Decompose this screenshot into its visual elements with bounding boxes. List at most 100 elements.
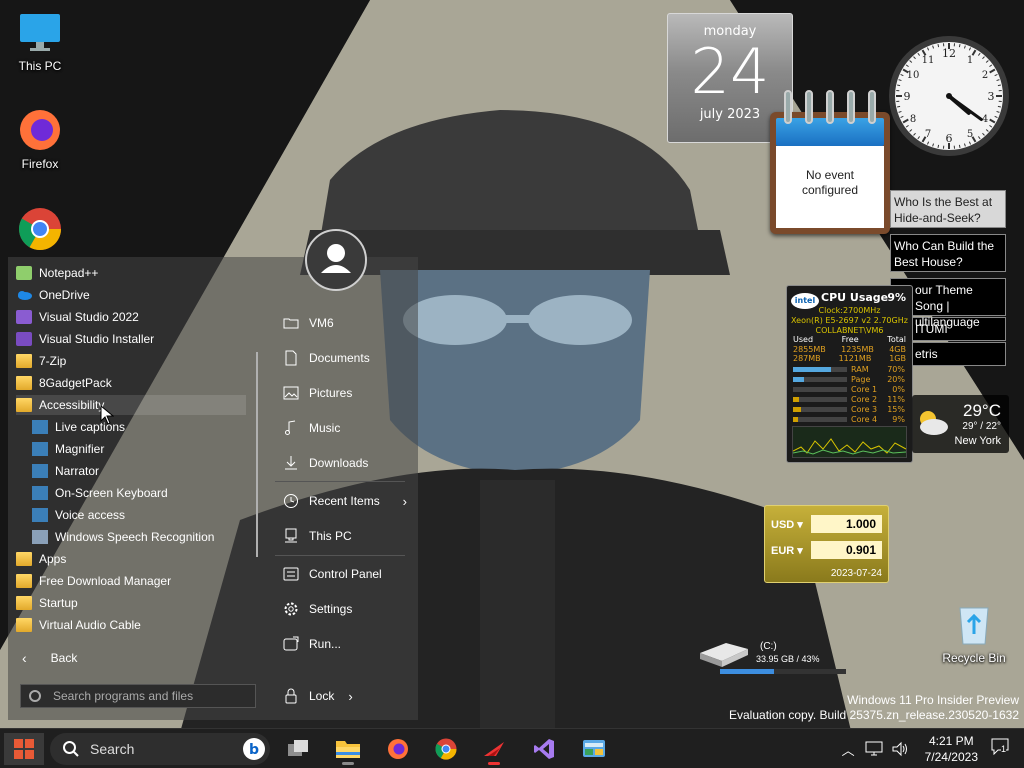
bar-value: 9% [892,414,905,424]
place-documents[interactable]: Documents [283,346,413,370]
program-item[interactable]: Notepad++ [16,263,98,283]
rss-item[interactable]: Who Is the Best at Hide-and-Seek? [890,190,1006,228]
folder-icon [16,596,32,610]
weather-gadget[interactable]: 29°C 29° / 22° New York [912,395,1009,453]
voice-access-icon [32,508,48,522]
place-control-panel[interactable]: Control Panel [283,562,413,586]
mem-cell: 2855MB [793,345,826,354]
taskbar-clock[interactable]: 4:21 PM 7/24/2023 [925,733,978,765]
visual-studio-icon [16,310,32,324]
place-downloads[interactable]: Downloads [283,451,413,475]
mem-row: 2855MB 1235MB 4GB [793,345,906,354]
program-item[interactable]: Visual Studio Installer [16,329,154,349]
notes-ring [805,90,813,124]
bar-value: 70% [887,364,905,374]
taskbar-chrome[interactable] [428,733,464,765]
taskbar-control-panel[interactable] [576,733,612,765]
taskbar[interactable]: Search b ︿ 4:21 PM 7/24/2023 1 [0,728,1024,768]
network-icon[interactable] [865,741,883,757]
picture-icon [283,385,299,401]
program-item[interactable]: Magnifier [32,439,104,459]
start-places-list[interactable]: VM6 Documents Pictures Music Downloads R… [263,257,418,720]
currency-row-to[interactable]: EUR ▾ 0.901 [771,540,882,560]
desktop-icon-recycle-bin[interactable]: Recycle Bin [934,600,1014,665]
program-folder-accessibility[interactable]: Accessibility [16,395,246,415]
notification-button[interactable]: 1 [990,737,1016,761]
mem-header: Used Free Total [793,335,906,344]
desktop-icon-firefox[interactable]: Firefox [0,106,80,171]
narrator-icon [32,464,48,478]
bar-value: 11% [887,394,905,404]
currency-row-from[interactable]: USD ▾ 1.000 [771,514,882,534]
chevron-right-icon[interactable]: › [348,689,352,704]
bar-label: Core 2 [851,394,878,404]
desktop-icon-label: Recycle Bin [942,651,1006,665]
taskbar-task-view[interactable] [280,733,316,765]
visual-studio-installer-icon [16,332,32,346]
currency-value-from[interactable]: 1.000 [811,515,882,533]
program-folder[interactable]: Apps [16,549,66,569]
notes-gadget[interactable]: No event configured [766,90,894,236]
taskbar-app-arrow[interactable] [476,733,512,765]
place-vm6[interactable]: VM6 [283,311,413,335]
folder-icon [16,552,32,566]
program-item[interactable]: Voice access [32,505,125,525]
program-folder[interactable]: 7-Zip [16,351,66,371]
program-item[interactable]: On-Screen Keyboard [32,483,168,503]
chevron-up-icon[interactable]: ︿ [842,740,855,759]
usage-bar [793,396,847,402]
place-music[interactable]: Music [283,416,413,440]
currency-code-from[interactable]: USD ▾ [771,518,811,531]
chrome-icon [16,205,64,253]
notification-badge: 1 [1001,744,1007,754]
bar-label: Page [851,374,871,384]
desktop-icon-chrome[interactable] [0,205,80,256]
cpu-bar-row: Page 20% [793,374,908,384]
start-programs-list[interactable]: Notepad++ OneDrive Visual Studio 2022 Vi… [8,257,258,720]
program-folder[interactable]: Startup [16,593,78,613]
cpu-usage-gadget[interactable]: intel CPU Usage 9% Clock:2700MHz Xeon(R)… [786,285,913,463]
taskbar-visual-studio[interactable] [526,733,562,765]
bar-value: 20% [887,374,905,384]
place-recent-items[interactable]: Recent Items › [283,489,413,513]
drive-meter-gadget[interactable]: (C:) 33.95 GB / 43% [696,635,850,677]
program-folder[interactable]: 8GadgetPack [16,373,112,393]
lock-button[interactable]: Lock › [283,684,353,708]
bar-value: 15% [887,404,905,414]
taskbar-search-box[interactable]: Search b [50,733,270,765]
bing-icon[interactable]: b [242,737,266,761]
start-search-input[interactable]: Search programs and files [20,684,256,708]
program-item[interactable]: Narrator [32,461,99,481]
currency-code-to[interactable]: EUR ▾ [771,544,811,557]
desktop-icon-this-pc[interactable]: This PC [0,8,80,73]
clock-numeral-11: 11 [922,55,935,66]
start-menu[interactable]: Notepad++ OneDrive Visual Studio 2022 Vi… [8,257,418,720]
rss-item[interactable]: Who Can Build the Best House? [890,234,1006,272]
program-item[interactable]: OneDrive [16,285,90,305]
currency-value-to[interactable]: 0.901 [811,541,882,559]
program-folder[interactable]: Free Download Manager [16,571,171,591]
back-button[interactable]: ‹ Back [22,648,77,668]
start-button[interactable] [4,733,44,765]
notes-ring [868,90,876,124]
currency-gadget[interactable]: USD ▾ 1.000 EUR ▾ 0.901 2023-07-24 [764,505,889,583]
program-item[interactable]: Windows Speech Recognition [32,527,214,547]
system-tray[interactable]: ︿ 4:21 PM 7/24/2023 1 [842,729,1024,768]
place-pictures[interactable]: Pictures [283,381,413,405]
program-item[interactable]: Visual Studio 2022 [16,307,139,327]
place-settings[interactable]: Settings [283,597,413,621]
place-run[interactable]: Run... [283,632,413,656]
volume-icon[interactable] [891,741,909,757]
place-this-pc[interactable]: This PC [283,524,413,548]
clock-numeral-6: 6 [946,132,953,145]
taskbar-firefox[interactable] [380,733,416,765]
clock-gadget[interactable]: 12 3 6 9 1 2 4 5 7 8 10 11 [887,34,1011,158]
search-icon [29,690,41,702]
program-folder[interactable]: Virtual Audio Cable [16,615,141,635]
clock-numeral-12: 12 [942,47,956,60]
taskbar-file-explorer[interactable] [330,733,366,765]
programs-scrollbar[interactable] [256,352,258,557]
user-avatar[interactable] [305,229,367,291]
notepad-icon [16,266,32,280]
notification-icon [991,738,1009,756]
